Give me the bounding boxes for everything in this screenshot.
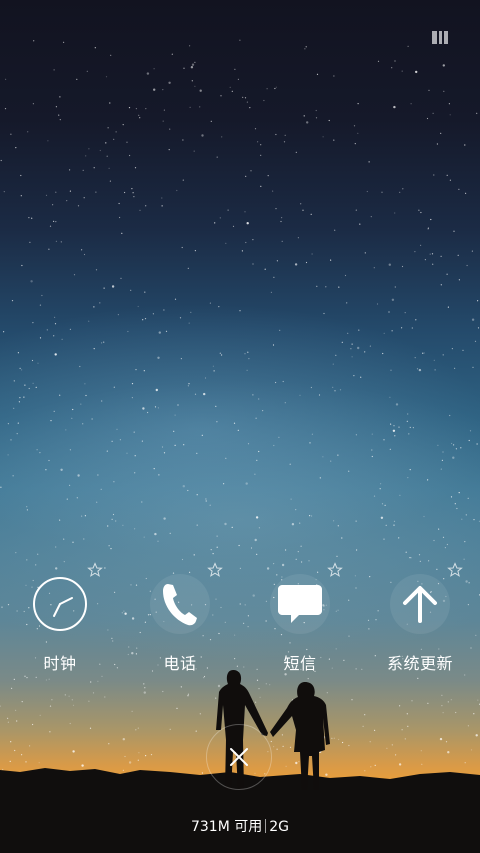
star-icon[interactable] <box>207 562 223 578</box>
close-button[interactable] <box>206 724 272 790</box>
phone-icon <box>150 574 210 634</box>
close-icon <box>230 748 248 766</box>
shortcut-label: 时钟 <box>43 654 77 673</box>
shortcut-label: 电话 <box>163 654 197 673</box>
network-type: 2G <box>269 819 290 835</box>
memory-available: 731M 可用 <box>190 819 263 835</box>
star-icon[interactable] <box>447 562 463 578</box>
clear-all-icon[interactable] <box>432 31 450 44</box>
star-icon[interactable] <box>87 562 103 578</box>
shortcut-system-update[interactable]: 系统更新 <box>360 562 480 673</box>
shortcut-row: 时钟 电话 短信 系统更新 <box>0 562 480 682</box>
shortcut-messages[interactable]: 短信 <box>240 562 360 673</box>
divider <box>265 819 267 833</box>
clock-icon <box>30 574 90 634</box>
star-icon[interactable] <box>327 562 343 578</box>
shortcut-phone[interactable]: 电话 <box>120 562 240 673</box>
message-icon <box>270 574 330 634</box>
shortcut-label: 系统更新 <box>386 654 453 673</box>
memory-info: 731M 可用 2G <box>0 816 480 836</box>
recent-apps-screen: 时钟 电话 短信 系统更新 731M 可用 2G <box>0 0 480 853</box>
arrow-up-icon <box>390 574 450 634</box>
shortcut-clock[interactable]: 时钟 <box>0 562 120 673</box>
shortcut-label: 短信 <box>283 654 317 673</box>
